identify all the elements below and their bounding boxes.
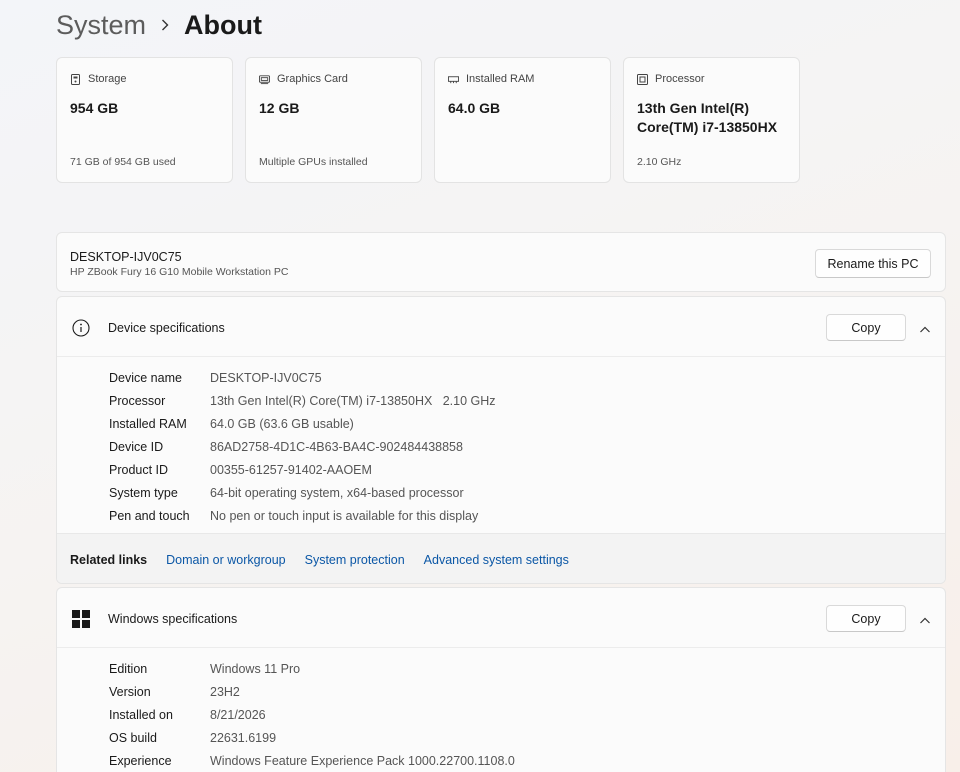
breadcrumb: System About [56, 6, 262, 44]
chevron-up-icon[interactable] [919, 613, 931, 624]
spec-value: 64-bit operating system, x64-based proce… [210, 485, 464, 500]
related-links-bar: Related links Domain or workgroup System… [57, 533, 945, 583]
windows-specifications-section: Windows specifications Copy Edition Windo… [56, 587, 946, 772]
spec-label: OS build [109, 730, 157, 745]
windows-specifications-header[interactable]: Windows specifications Copy [57, 588, 945, 648]
spec-label: Processor [109, 393, 166, 408]
advanced-system-settings-link[interactable]: Advanced system settings [424, 553, 569, 567]
device-spec-list: Device name DESKTOP-IJV0C75 Processor 13th… [57, 357, 945, 527]
windows-logo-icon [72, 610, 90, 628]
spec-row: OS build 22631.6199 [109, 726, 945, 749]
storage-icon [70, 73, 81, 85]
breadcrumb-system[interactable]: System [56, 10, 146, 41]
spec-label: Edition [109, 661, 148, 676]
card-title: Graphics Card [277, 73, 348, 85]
spec-row: Product ID 00355-61257-91402-AAOEM [109, 458, 945, 481]
card-subtext: 2.10 GHz [637, 156, 682, 168]
summary-cards: Storage 954 GB 71 GB of 954 GB used Grap… [56, 57, 800, 183]
storage-card[interactable]: Storage 954 GB 71 GB of 954 GB used [56, 57, 233, 183]
graphics-card-icon [259, 74, 270, 85]
related-links-label: Related links [70, 552, 148, 567]
card-value: 64.0 GB [448, 100, 501, 116]
chevron-up-icon[interactable] [919, 322, 931, 333]
spec-label: Installed on [109, 707, 173, 722]
spec-row: Installed RAM 64.0 GB (63.6 GB usable) [109, 412, 945, 435]
spec-row: Processor 13th Gen Intel(R) Core(TM) i7-1… [109, 389, 945, 412]
copy-windows-specs-button[interactable]: Copy [826, 605, 906, 632]
section-title: Windows specifications [108, 612, 238, 626]
spec-label: Pen and touch [109, 508, 190, 523]
domain-or-workgroup-link[interactable]: Domain or workgroup [166, 553, 286, 567]
spec-row: Device ID 86AD2758-4D1C-4B63-BA4C-9024844… [109, 435, 945, 458]
spec-label: Product ID [109, 462, 169, 477]
rename-pc-button[interactable]: Rename this PC [815, 249, 931, 278]
spec-row: Installed on 8/21/2026 [109, 703, 945, 726]
pc-model: HP ZBook Fury 16 G10 Mobile Workstation … [70, 266, 289, 278]
processor-icon [637, 73, 648, 85]
card-title: Processor [655, 73, 705, 85]
graphics-card-card[interactable]: Graphics Card 12 GB Multiple GPUs instal… [245, 57, 422, 183]
ram-icon [448, 74, 459, 85]
section-title: Device specifications [108, 321, 225, 335]
spec-value: DESKTOP-IJV0C75 [210, 370, 322, 385]
spec-value: Windows Feature Experience Pack 1000.227… [210, 753, 515, 768]
spec-label: Device name [109, 370, 182, 385]
spec-label: Device ID [109, 439, 164, 454]
pc-name: DESKTOP-IJV0C75 [70, 250, 182, 264]
card-value: 12 GB [259, 100, 300, 116]
device-specifications-header[interactable]: Device specifications Copy [57, 297, 945, 357]
spec-value: 23H2 [210, 684, 240, 699]
card-value: 13th Gen Intel(R) Core(TM) i7-13850HX [637, 100, 778, 135]
info-icon [72, 319, 90, 337]
spec-label: System type [109, 485, 178, 500]
card-title: Installed RAM [466, 73, 535, 85]
spec-label: Installed RAM [109, 416, 187, 431]
spec-row: Experience Windows Feature Experience Pac… [109, 749, 945, 772]
spec-value: 13th Gen Intel(R) Core(TM) i7-13850HX 2.… [210, 393, 496, 408]
card-value: 954 GB [70, 100, 119, 116]
spec-value: 00355-61257-91402-AAOEM [210, 462, 372, 477]
page-title: About [184, 9, 262, 40]
pc-name-panel: DESKTOP-IJV0C75 HP ZBook Fury 16 G10 Mob… [56, 232, 946, 292]
spec-label: Experience [109, 753, 172, 768]
spec-row: Version 23H2 [109, 680, 945, 703]
processor-card[interactable]: Processor 13th Gen Intel(R) Core(TM) i7-… [623, 57, 800, 183]
spec-value: 64.0 GB (63.6 GB usable) [210, 416, 354, 431]
system-protection-link[interactable]: System protection [305, 553, 405, 567]
spec-row: Device name DESKTOP-IJV0C75 [109, 366, 945, 389]
spec-value: 86AD2758-4D1C-4B63-BA4C-902484438858 [210, 439, 463, 454]
spec-value: No pen or touch input is available for t… [210, 508, 479, 523]
spec-label: Version [109, 684, 151, 699]
copy-device-specs-button[interactable]: Copy [826, 314, 906, 341]
card-subtext: 71 GB of 954 GB used [70, 156, 176, 168]
spec-value: Windows 11 Pro [210, 661, 301, 676]
card-title: Storage [88, 73, 127, 85]
spec-value: 8/21/2026 [210, 707, 266, 722]
spec-row: System type 64-bit operating system, x64-… [109, 481, 945, 504]
chevron-right-icon [146, 19, 184, 31]
spec-row: Edition Windows 11 Pro [109, 657, 945, 680]
device-specifications-section: Device specifications Copy Device name DE… [56, 296, 946, 584]
ram-card[interactable]: Installed RAM 64.0 GB [434, 57, 611, 183]
windows-spec-list: Edition Windows 11 Pro Version 23H2 Instal… [57, 648, 945, 772]
card-subtext: Multiple GPUs installed [259, 156, 368, 168]
spec-row: Pen and touch No pen or touch input is av… [109, 504, 945, 527]
spec-value: 22631.6199 [210, 730, 277, 745]
